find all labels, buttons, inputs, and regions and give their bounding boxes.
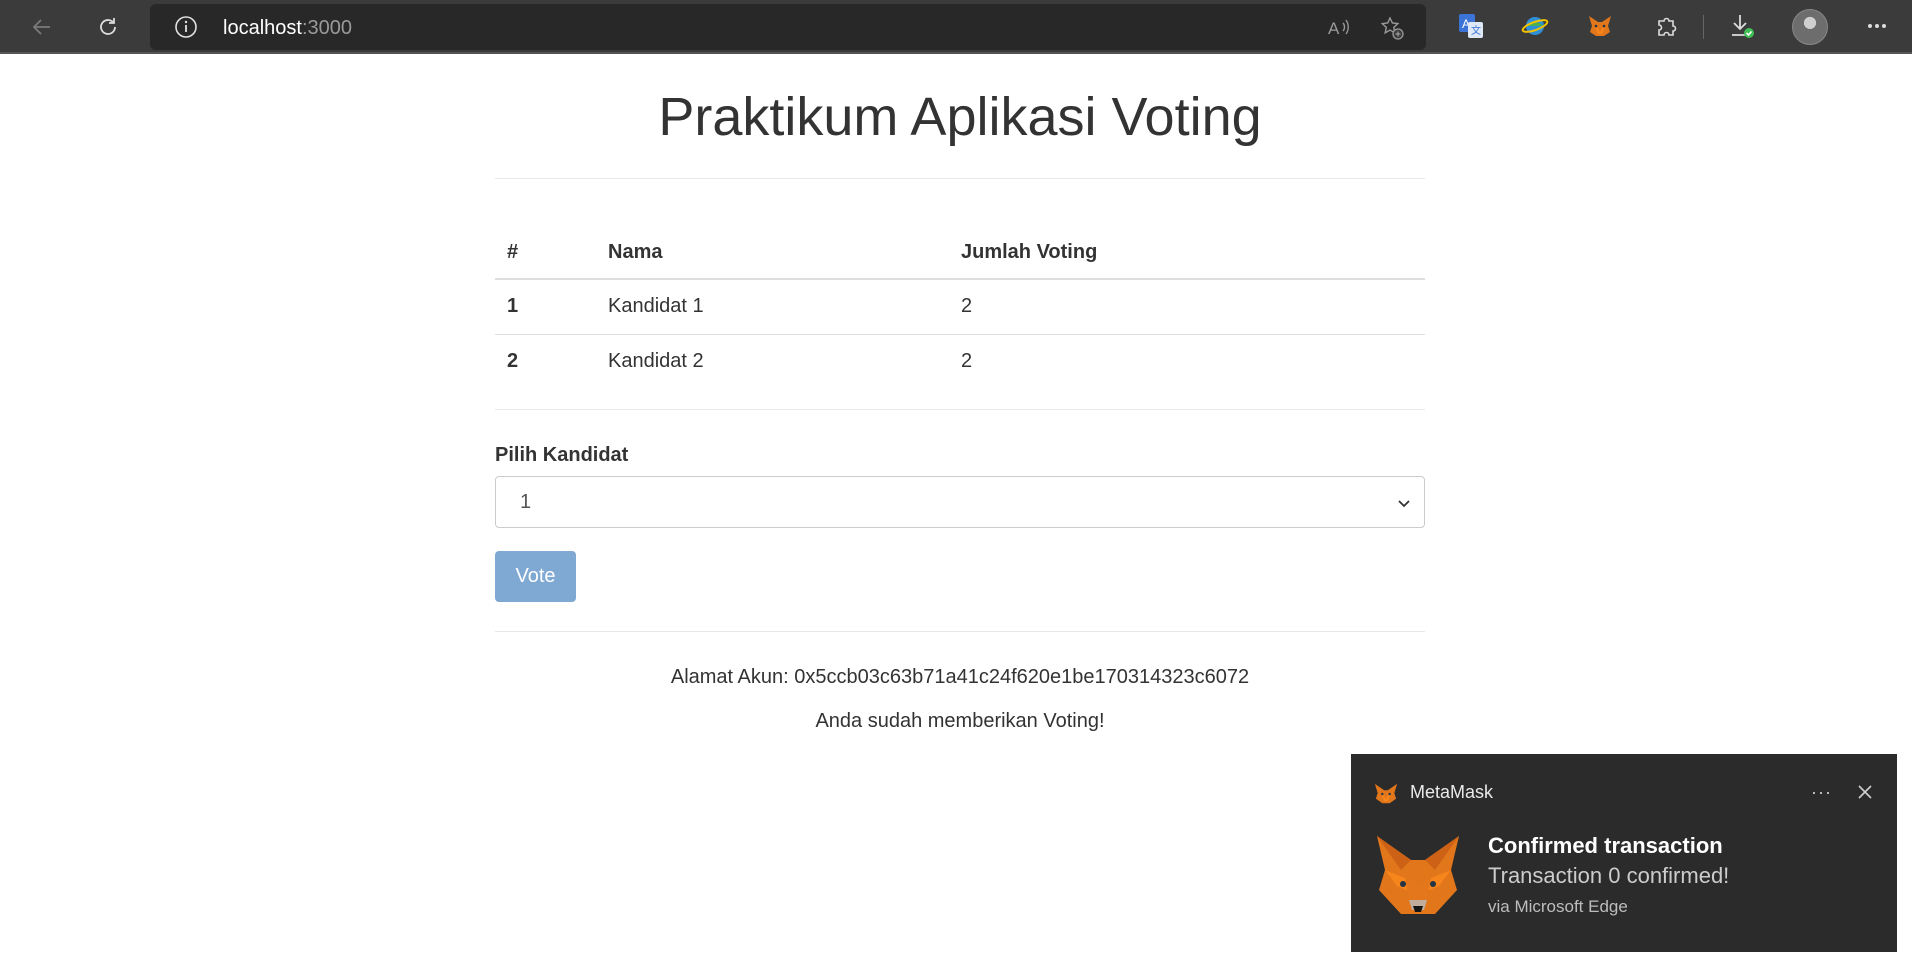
download-icon: [1732, 15, 1754, 38]
voting-status: Anda sudah memberikan Voting!: [815, 710, 1105, 732]
add-favorite-icon[interactable]: [1379, 15, 1405, 41]
browser-toolbar: localhost:3000 A A文: [0, 0, 1912, 54]
puzzle-icon: [1658, 17, 1677, 36]
extensions-button[interactable]: [1652, 11, 1682, 41]
metamask-fox-icon: [1589, 16, 1611, 36]
more-horizontal-icon: [1868, 24, 1886, 28]
toolbar-separator: [1703, 15, 1704, 39]
notification-message: Transaction 0 confirmed!: [1488, 863, 1730, 888]
column-header-name: Nama: [596, 223, 949, 280]
row-number: 1: [495, 279, 596, 335]
downloads-button[interactable]: [1727, 11, 1757, 41]
read-aloud-icon[interactable]: A: [1326, 15, 1352, 41]
translate-extension-button[interactable]: A文: [1456, 11, 1486, 41]
site-info-icon[interactable]: [174, 15, 198, 39]
table-row: 1 Kandidat 1 2: [495, 279, 1425, 335]
back-button[interactable]: [24, 9, 60, 45]
notification-more-button[interactable]: ···: [1811, 782, 1832, 803]
table-row: 2 Kandidat 2 2: [495, 334, 1425, 389]
metamask-small-fox-icon: [1374, 783, 1398, 804]
vote-button[interactable]: Vote: [495, 551, 576, 602]
vote-count: 2: [949, 279, 1425, 335]
translate-icon: A文: [1459, 14, 1483, 38]
metamask-extension-button[interactable]: [1585, 11, 1615, 41]
metamask-large-fox-icon: [1377, 836, 1459, 914]
notification-source: via Microsoft Edge: [1488, 897, 1628, 916]
candidate-select-label: Pilih Kandidat: [495, 444, 629, 466]
candidate-name: Kandidat 2: [608, 350, 704, 373]
svg-text:文: 文: [1471, 24, 1481, 37]
candidate-select[interactable]: 1: [495, 476, 1425, 528]
metamask-notification[interactable]: MetaMask ··· Confirmed transaction Trans…: [1351, 754, 1897, 952]
chevron-down-icon: [1398, 500, 1410, 508]
row-number: 2: [507, 350, 519, 373]
vote-count: 2: [961, 350, 973, 373]
ie-mode-extension-button[interactable]: [1520, 11, 1550, 41]
address-bar[interactable]: localhost:3000 A: [150, 4, 1426, 50]
column-header-number: #: [495, 223, 596, 280]
settings-more-button[interactable]: [1862, 11, 1892, 41]
url-host: localhost: [223, 17, 302, 39]
divider: [495, 631, 1425, 632]
page-title: Praktikum Aplikasi Voting: [658, 87, 1262, 147]
main-container: Praktikum Aplikasi Voting # Nama Jumlah …: [495, 54, 1425, 734]
url-port: :3000: [301, 17, 352, 39]
table-header-row: # Nama Jumlah Voting: [495, 223, 1425, 280]
divider: [495, 178, 1425, 179]
refresh-icon: [100, 18, 116, 35]
close-icon[interactable]: [1856, 783, 1874, 801]
profile-avatar[interactable]: [1792, 9, 1828, 45]
notification-title: Confirmed transaction: [1488, 833, 1723, 858]
url-text: localhost:3000: [223, 17, 352, 40]
candidate-name: Kandidat 1: [596, 279, 949, 335]
candidates-table: # Nama Jumlah Voting 1 Kandidat 1 2 2 Ka…: [495, 223, 1425, 389]
account-address: Alamat Akun: 0x5ccb03c63b71a41c24f620e1b…: [670, 666, 1250, 688]
notification-app-name: MetaMask: [1410, 782, 1494, 802]
divider: [495, 409, 1425, 410]
column-header-votes: Jumlah Voting: [949, 223, 1425, 280]
candidate-select-value: 1: [520, 491, 532, 513]
refresh-button[interactable]: [90, 9, 126, 45]
svg-text:A: A: [1328, 19, 1340, 38]
globe-extension-icon: [1521, 17, 1549, 35]
back-arrow-icon: [32, 19, 50, 35]
